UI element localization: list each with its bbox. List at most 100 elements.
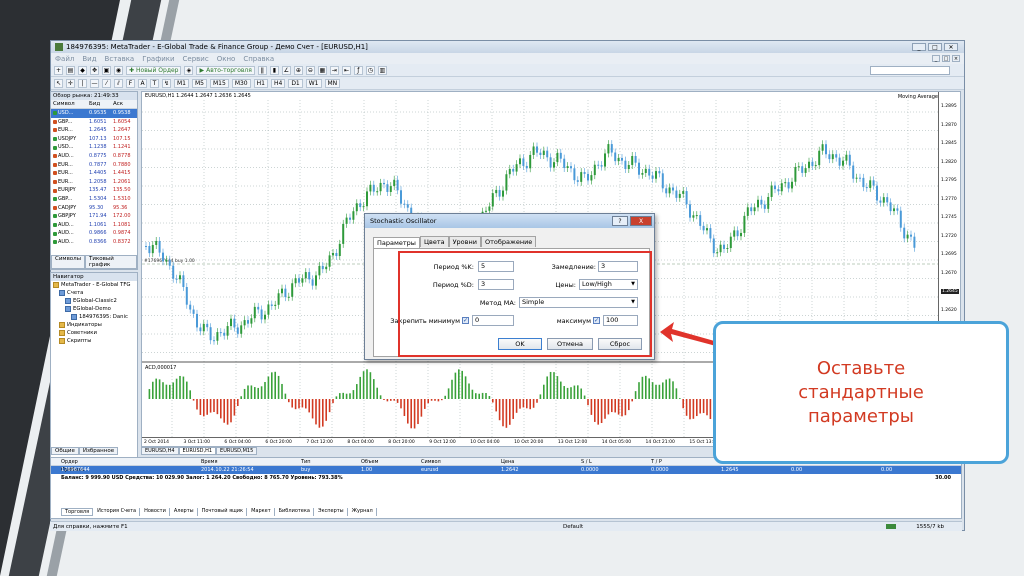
list-item[interactable]: EUR... 1.4405 1.4415 xyxy=(51,169,137,178)
menu-charts[interactable]: Графики xyxy=(142,55,174,63)
menu-tools[interactable]: Сервис xyxy=(183,55,209,63)
column-header[interactable]: Ордер xyxy=(61,458,201,466)
table-row[interactable]: 176967644 2014.10.22 21:26:54 buy 1.00 eurus… xyxy=(51,466,961,481)
tester-icon[interactable]: ◉ xyxy=(114,65,123,75)
list-item[interactable]: USD... 1.1238 1.1241 xyxy=(51,143,137,152)
tab-common[interactable]: Общие xyxy=(51,447,79,455)
tile-windows-icon[interactable]: ▦ xyxy=(317,65,327,75)
timeframe-w1[interactable]: W1 xyxy=(305,78,322,88)
column-header[interactable]: Цена xyxy=(501,458,581,466)
templates-icon[interactable]: ▥ xyxy=(377,65,387,75)
autotrading-button[interactable]: ▶ Авто-торговля xyxy=(196,65,255,75)
terminal-tab[interactable]: Маркет xyxy=(248,508,275,516)
list-item[interactable]: EUR... 1.2058 1.2061 xyxy=(51,178,137,187)
column-header[interactable]: Тип xyxy=(301,458,361,466)
new-chart-icon[interactable]: + xyxy=(54,65,63,75)
menu-window[interactable]: Окно xyxy=(217,55,236,63)
tab-display[interactable]: Отображение xyxy=(480,236,537,247)
line-chart-icon[interactable]: ∠ xyxy=(281,65,291,75)
tab-parameters[interactable]: Параметры xyxy=(373,237,420,248)
trendline-icon[interactable]: ⁄ xyxy=(102,78,111,88)
tab-tick-chart[interactable]: Тиковый график xyxy=(85,255,137,269)
help-button[interactable]: ? xyxy=(612,216,628,226)
navigator-icon[interactable]: ✥ xyxy=(90,65,99,75)
tree-item[interactable]: Скрипты xyxy=(51,337,137,345)
chart-tab[interactable]: EURUSD,M15 xyxy=(216,447,258,455)
minimize-button[interactable]: _ xyxy=(912,43,926,51)
list-item[interactable]: USDJPY 107.13 107.15 xyxy=(51,135,137,144)
tab-levels[interactable]: Уровни xyxy=(448,236,481,247)
list-item[interactable]: AUD... 0.8366 0.8372 xyxy=(51,238,137,247)
tab-favorites[interactable]: Избранное xyxy=(78,447,119,455)
list-item[interactable]: GBP... 1.5304 1.5310 xyxy=(51,195,137,204)
timeframe-m1[interactable]: M1 xyxy=(174,78,189,88)
metaeditor-icon[interactable]: ◈ xyxy=(184,65,194,75)
status-profile[interactable]: Default xyxy=(563,524,583,530)
list-item[interactable]: AUD... 1.1061 1.1081 xyxy=(51,221,137,230)
close-button[interactable]: ✕ xyxy=(944,43,958,51)
terminal-tab[interactable]: Торговля xyxy=(61,508,94,516)
timeframe-m15[interactable]: M15 xyxy=(210,78,229,88)
terminal-tab[interactable]: Эксперты xyxy=(315,508,348,516)
tree-item[interactable]: Советники xyxy=(51,329,137,337)
menu-help[interactable]: Справка xyxy=(243,55,274,63)
column-bid[interactable]: Бид xyxy=(89,100,113,109)
new-order-button[interactable]: ✚ Новый Ордер xyxy=(126,65,182,75)
vertical-line-icon[interactable]: | xyxy=(78,78,87,88)
candles-icon[interactable]: ▮ xyxy=(269,65,279,75)
channel-icon[interactable]: ⫽ xyxy=(114,78,123,88)
list-item[interactable]: EUR... 0.7877 0.7880 xyxy=(51,161,137,170)
tree-item[interactable]: Счета xyxy=(51,289,137,297)
zoom-out-icon[interactable]: ⊖ xyxy=(305,65,315,75)
list-item[interactable]: AUD... 0.8775 0.8778 xyxy=(51,152,137,161)
list-item[interactable]: EUR... 1.2645 1.2647 xyxy=(51,126,137,135)
list-item[interactable]: GBPJPY 171.94 172.00 xyxy=(51,212,137,221)
search-input[interactable] xyxy=(870,65,950,75)
terminal-tab[interactable]: Журнал xyxy=(349,508,377,516)
periods-icon[interactable]: ◷ xyxy=(365,65,375,75)
maximize-button[interactable]: □ xyxy=(928,43,942,51)
terminal-tab[interactable]: Почтовый ящик xyxy=(199,508,248,516)
timeframe-mn[interactable]: MN xyxy=(324,78,341,88)
zoom-in-icon[interactable]: ⊕ xyxy=(293,65,303,75)
tree-item[interactable]: Индикаторы xyxy=(51,321,137,329)
column-ask[interactable]: Аск xyxy=(113,100,135,109)
child-minimize-button[interactable]: _ xyxy=(932,55,940,62)
timeframe-h4[interactable]: H4 xyxy=(270,78,286,88)
chart-tab[interactable]: EURUSD,H1 xyxy=(178,447,217,455)
autoscroll-icon[interactable]: ⇥ xyxy=(329,65,339,75)
menu-file[interactable]: Файл xyxy=(55,55,74,63)
list-item[interactable]: GBP... 1.6051 1.6054 xyxy=(51,118,137,127)
label-icon[interactable]: T xyxy=(150,78,159,88)
timeframe-h1[interactable]: H1 xyxy=(253,78,268,88)
tab-symbols[interactable]: Символы xyxy=(51,255,86,269)
column-header[interactable]: S / L xyxy=(581,458,651,466)
list-item[interactable]: AUD... 0.9866 0.9874 xyxy=(51,229,137,238)
terminal-tab[interactable]: Новости xyxy=(141,508,170,516)
bar-chart-icon[interactable]: ǁ xyxy=(257,65,267,75)
column-header[interactable]: Время xyxy=(201,458,301,466)
cursor-icon[interactable]: ↖ xyxy=(54,78,63,88)
list-item[interactable]: EURJPY 135.47 135.50 xyxy=(51,186,137,195)
indicators-icon[interactable]: ƒ xyxy=(353,65,363,75)
terminal-tab[interactable]: Алерты xyxy=(171,508,198,516)
horizontal-line-icon[interactable]: — xyxy=(90,78,99,88)
list-item[interactable]: USD... 0.9535 0.9538 xyxy=(51,109,137,118)
crosshair-icon[interactable]: ✛ xyxy=(66,78,75,88)
tree-item[interactable]: 184976395: Danic xyxy=(51,313,137,321)
chart-tab[interactable]: EURUSD,H4 xyxy=(141,447,179,455)
column-header[interactable]: Объем xyxy=(361,458,421,466)
arrows-icon[interactable]: ↯ xyxy=(162,78,171,88)
terminal-tab[interactable]: История Счета xyxy=(94,508,141,516)
profiles-icon[interactable]: ▤ xyxy=(66,65,75,75)
child-close-button[interactable]: × xyxy=(952,55,960,62)
terminal-icon[interactable]: ▣ xyxy=(102,65,111,75)
tab-colors[interactable]: Цвета xyxy=(419,236,449,247)
tree-item[interactable]: MetaTrader - E-Global TFG xyxy=(51,281,137,289)
column-header[interactable]: Символ xyxy=(421,458,501,466)
fibo-icon[interactable]: F xyxy=(126,78,135,88)
tree-item[interactable]: EGlobal-Classic2 xyxy=(51,297,137,305)
timeframe-d1[interactable]: D1 xyxy=(288,78,303,88)
column-header[interactable]: T / P xyxy=(651,458,721,466)
menu-view[interactable]: Вид xyxy=(82,55,96,63)
